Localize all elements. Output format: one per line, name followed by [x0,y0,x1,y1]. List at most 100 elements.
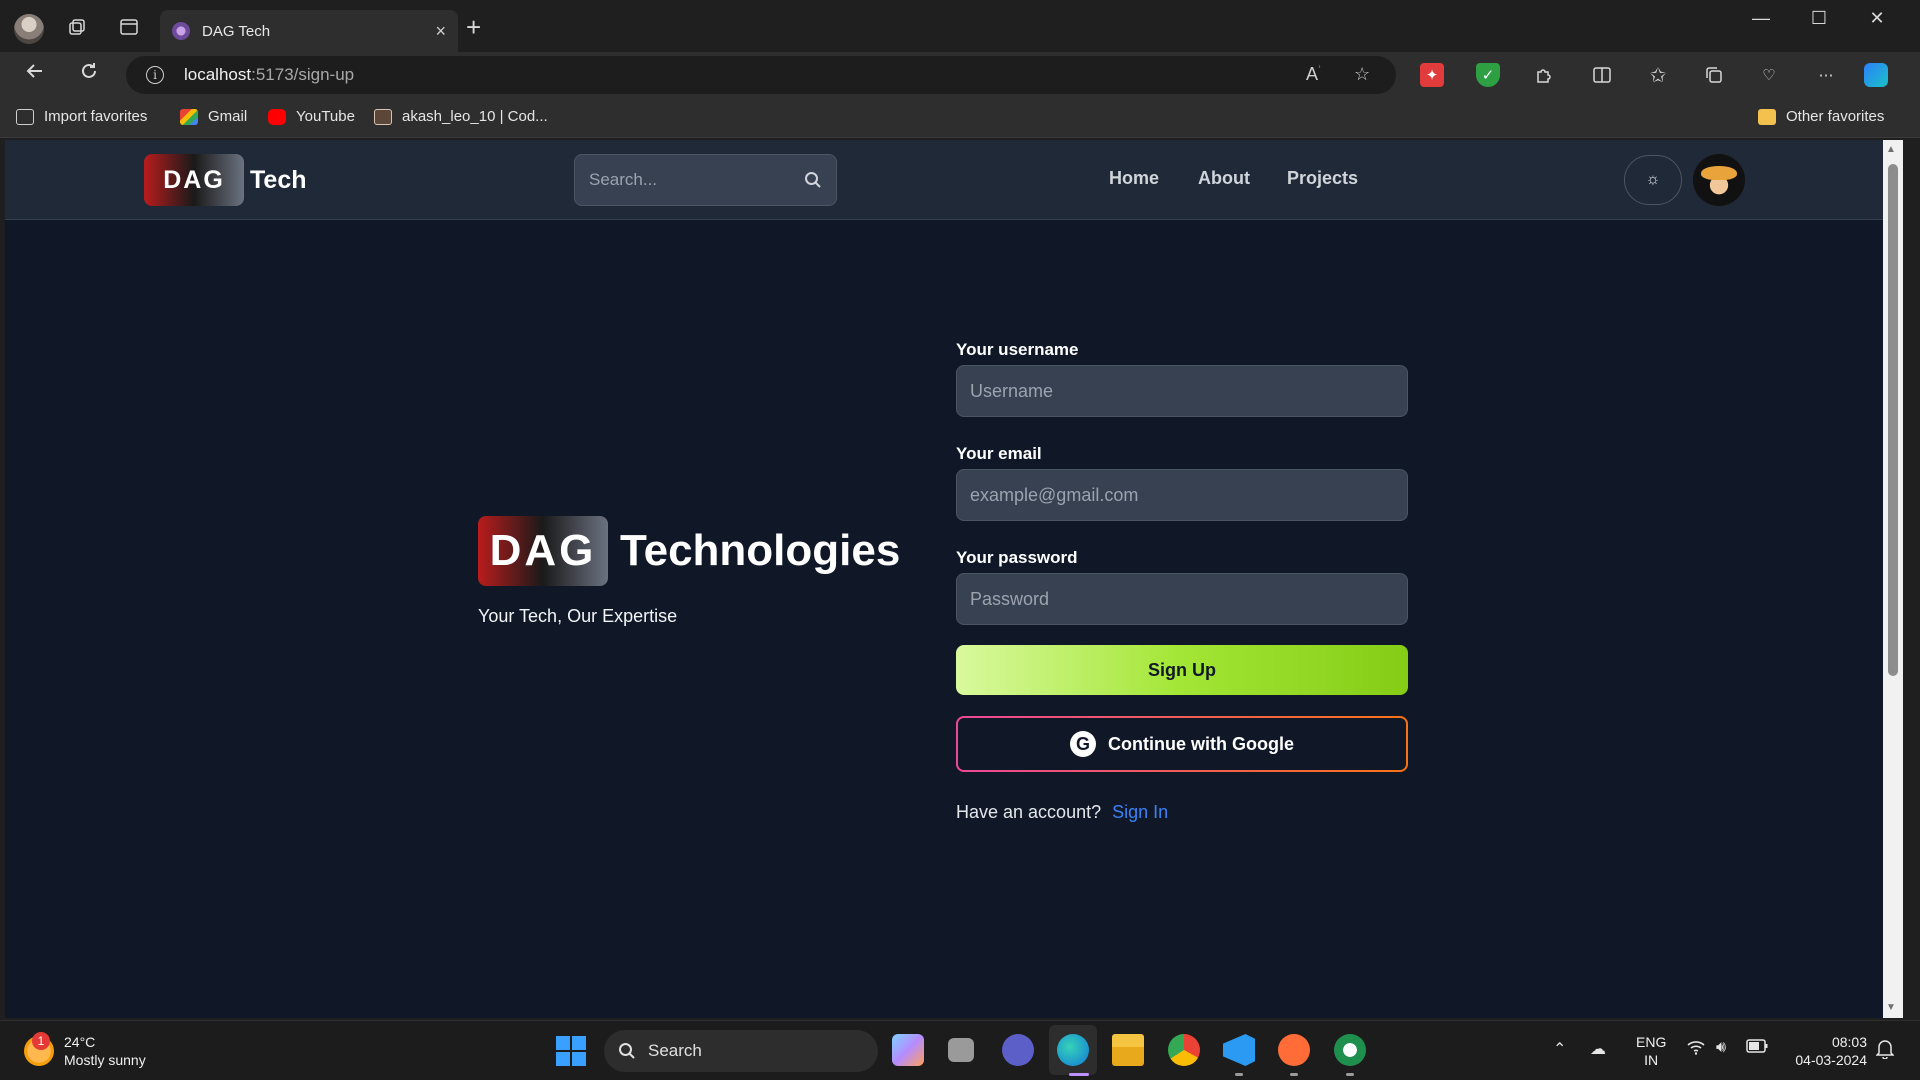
reload-icon[interactable] [74,60,104,88]
chrome-icon[interactable] [1168,1034,1200,1066]
read-aloud-icon[interactable]: Aʾ [1306,64,1321,85]
nav-home[interactable]: Home [1109,168,1159,189]
weather-badge: 1 [32,1032,50,1050]
close-window-button[interactable]: ✕ [1852,8,1902,29]
password-label: Your password [956,548,1078,567]
favorite-star-icon[interactable]: ☆ [1354,64,1370,85]
taskbar-search[interactable]: Search [604,1030,878,1072]
mongodb-compass-icon[interactable] [1334,1034,1366,1066]
more-menu-icon[interactable]: ⋯ [1814,63,1838,87]
new-tab-button[interactable]: + [466,14,481,40]
weather-desc: Mostly sunny [64,1052,146,1068]
search-icon[interactable] [804,171,822,189]
scroll-up-arrow-icon[interactable]: ▲ [1886,144,1896,155]
import-icon [16,108,34,125]
username-label: Your username [956,340,1079,359]
bookmark-import-favorites[interactable]: Import favorites [16,108,147,125]
back-arrow-icon[interactable] [20,60,50,88]
gmail-icon [180,108,198,125]
theme-toggle-button[interactable]: ☼ [1624,155,1682,205]
have-account-row: Have an account? Sign In [956,802,1410,823]
onedrive-cloud-icon[interactable]: ☁ [1590,1039,1606,1059]
clock-time: 08:03 [1831,1034,1867,1050]
site-info-icon[interactable]: i [146,66,164,84]
site-favicon-icon [172,22,190,40]
address-bar[interactable]: i localhost:5173/sign-up Aʾ ☆ [126,56,1396,94]
user-avatar[interactable] [1693,154,1745,206]
active-indicator [1069,1073,1089,1076]
google-signin-button[interactable]: G Continue with Google [956,716,1408,772]
email-field[interactable] [956,469,1408,521]
system-clock[interactable]: 08:03 04-03-2024 [1787,1033,1867,1069]
signup-button[interactable]: Sign Up [956,645,1408,695]
input-language[interactable]: ENG IN [1636,1033,1666,1069]
browser-profile-avatar[interactable] [14,14,44,44]
bookmark-codechef[interactable]: akash_leo_10 | Cod... [374,108,548,125]
battery-icon[interactable] [1746,1039,1768,1058]
nav-projects[interactable]: Projects [1287,168,1358,189]
volume-icon[interactable]: 🔊︎ [1716,1039,1726,1057]
favorites-icon[interactable]: ✩ [1646,63,1670,87]
bookmark-other-favorites[interactable]: Other favorites [1758,108,1884,125]
tab-title: DAG Tech [202,22,271,40]
window-edge [1903,140,1920,1018]
search-input[interactable] [589,170,804,190]
scroll-thumb[interactable] [1888,164,1898,676]
app-logo[interactable]: DAG Tech [144,154,307,206]
password-field[interactable] [956,573,1408,625]
weather-widget[interactable]: 1 24°C Mostly sunny [24,1032,146,1069]
bookmarks-bar: Import favorites Gmail YouTube akash_leo… [0,98,1920,138]
tab-close-icon[interactable]: × [435,21,446,42]
windows-start-icon[interactable] [556,1036,586,1066]
vertical-tabs-icon[interactable] [112,10,146,44]
signin-link[interactable]: Sign In [1112,802,1168,822]
lang-line-1: ENG [1636,1034,1667,1050]
scroll-down-arrow-icon[interactable]: ▼ [1886,1002,1896,1013]
hero-name: Technologies [620,526,901,575]
shield-extension-icon[interactable]: ✓ [1476,63,1500,87]
task-view-icon[interactable] [948,1038,974,1062]
lang-line-2: IN [1644,1052,1659,1068]
page-viewport: DAG Tech Home About Projects ☼ DAG Techn… [5,140,1883,1018]
tab-dag-tech[interactable]: DAG Tech × [160,10,458,52]
page-scrollbar[interactable]: ▲ ▼ [1883,140,1903,1018]
logo-badge: DAG [144,154,244,206]
tray-overflow-chevron-icon[interactable]: ⌃ [1553,1039,1566,1059]
taskbar-search-label: Search [648,1041,702,1060]
avatar-hat [1701,166,1737,180]
bookmark-label: YouTube [296,108,355,125]
extensions-puzzle-icon[interactable] [1532,63,1556,87]
postman-icon[interactable] [1278,1034,1310,1066]
split-screen-icon[interactable] [1590,63,1614,87]
notification-bell-icon[interactable] [1875,1039,1895,1064]
running-indicator [1346,1073,1354,1076]
nav-about[interactable]: About [1198,168,1250,189]
weather-temp: 24°C [64,1034,96,1050]
email-label: Your email [956,444,1042,463]
vscode-icon[interactable] [1223,1034,1255,1066]
bookmark-gmail[interactable]: Gmail [180,108,247,125]
bookmark-youtube[interactable]: YouTube [268,108,355,125]
browser-essentials-icon[interactable]: ♡ [1757,63,1781,87]
username-field[interactable] [956,365,1408,417]
google-icon: G [1070,731,1096,757]
sun-icon: ☼ [1645,171,1661,188]
extension-red-icon[interactable]: ✦ [1420,63,1444,87]
teams-chat-icon[interactable] [1002,1034,1034,1066]
workspaces-icon[interactable] [60,10,94,44]
weather-sun-icon: 1 [24,1032,54,1066]
hero-logo: DAG Technologies [478,516,900,586]
running-indicator [1290,1073,1298,1076]
copilot-icon[interactable] [1864,63,1888,87]
codechef-icon [374,108,392,125]
collections-icon[interactable] [1702,63,1726,87]
bookmark-label: Import favorites [44,108,148,125]
edge-browser-icon[interactable] [1057,1034,1089,1066]
weather-text: 24°C Mostly sunny [64,1033,146,1069]
copilot-app-icon[interactable] [892,1034,924,1066]
url-path: :5173/sign-up [251,65,355,84]
maximize-button[interactable]: ☐ [1794,8,1844,29]
wifi-icon[interactable] [1686,1039,1706,1060]
minimize-button[interactable]: — [1736,8,1786,29]
file-explorer-icon[interactable] [1112,1034,1144,1066]
